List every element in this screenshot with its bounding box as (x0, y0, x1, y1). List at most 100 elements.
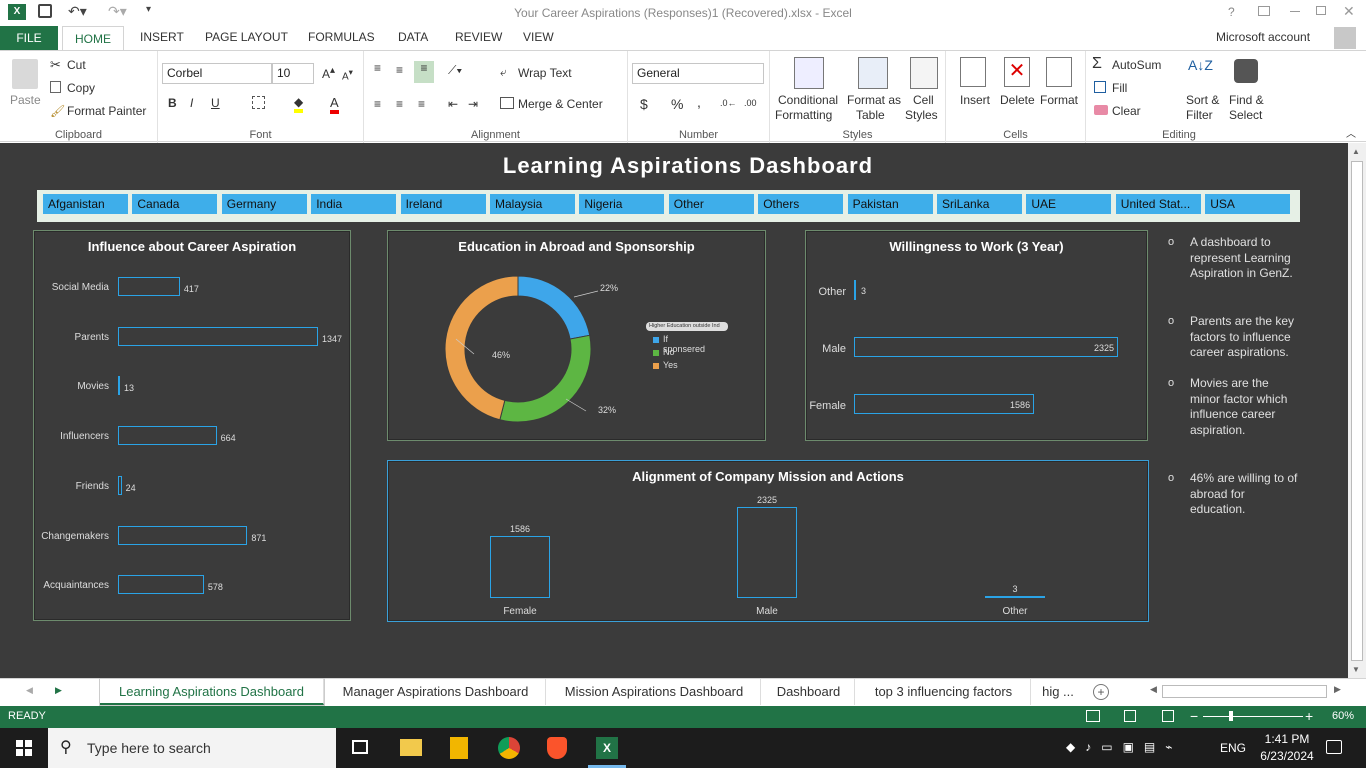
zoom-out-icon[interactable]: − (1190, 708, 1198, 724)
slicer-item[interactable]: USA (1205, 194, 1291, 214)
scroll-thumb[interactable] (1351, 161, 1363, 661)
slicer-item[interactable]: Afganistan (43, 194, 128, 214)
zoom-slider-thumb[interactable] (1229, 711, 1233, 721)
format-as-table-button[interactable]: Format as (847, 93, 901, 107)
font-size-select[interactable]: 10 (272, 63, 314, 84)
fill-button[interactable]: Fill (1112, 81, 1127, 95)
currency-button[interactable]: $ (640, 96, 648, 112)
slicer-item[interactable]: Germany (221, 194, 307, 214)
tab-review[interactable]: REVIEW (455, 30, 502, 44)
copy-button[interactable]: Copy (67, 81, 95, 95)
tab-view[interactable]: VIEW (523, 30, 554, 44)
slicer-item[interactable]: Other (668, 194, 754, 214)
system-tray-icons[interactable]: ◆♪▭▣▤⌁ (1066, 740, 1182, 754)
hscroll-left-icon[interactable]: ◀ (1150, 684, 1157, 695)
slicer-item[interactable]: United Stat... (1115, 194, 1201, 214)
top-align-icon[interactable]: ≡ (374, 61, 381, 75)
align-left-icon[interactable]: ≡ (374, 97, 381, 111)
sheet-tab[interactable]: Mission Aspirations Dashboard (548, 679, 761, 705)
tab-insert[interactable]: INSERT (140, 30, 184, 44)
file-explorer-icon[interactable] (400, 739, 422, 756)
autosum-button[interactable]: AutoSum (1112, 58, 1161, 72)
add-sheet-icon[interactable]: + (1093, 684, 1109, 700)
fill-color-icon[interactable]: ◆ (294, 95, 304, 113)
middle-align-icon[interactable]: ≡ (396, 63, 403, 77)
slicer-item[interactable]: UAE (1026, 194, 1112, 214)
orientation-icon[interactable]: ⟋▾ (448, 63, 462, 78)
sheet-tab-active[interactable]: Learning Aspirations Dashboard (100, 679, 324, 705)
next-sheet-icon[interactable]: ▶ (55, 685, 62, 696)
taskbar-search-placeholder[interactable]: Type here to search (87, 740, 211, 756)
cell-styles-button[interactable]: Cell (913, 93, 934, 107)
vertical-scrollbar[interactable]: ▲ ▼ (1348, 143, 1366, 678)
paste-button[interactable]: Paste (10, 93, 41, 107)
sort-filter-button[interactable]: Sort & (1186, 93, 1219, 107)
clock-date[interactable]: 6/23/2024 (1252, 749, 1322, 763)
zoom-in-icon[interactable]: + (1305, 708, 1313, 724)
tab-formulas[interactable]: FORMULAS (308, 30, 375, 44)
close-icon[interactable]: ✕ (1343, 3, 1355, 20)
slicer-item[interactable]: Others (758, 194, 844, 214)
tab-file[interactable]: FILE (0, 26, 58, 50)
cut-button[interactable]: Cut (67, 58, 86, 72)
sheet-tab[interactable]: top 3 influencing factors (857, 679, 1031, 705)
notification-icon[interactable] (1326, 740, 1342, 754)
language-indicator[interactable]: ENG (1220, 741, 1246, 755)
windows-start-icon[interactable] (16, 740, 32, 756)
shrink-font-icon[interactable]: A▾ (342, 67, 353, 82)
slicer-item[interactable]: Pakistan (847, 194, 933, 214)
donut-filter-button[interactable]: Higher Education outside Ind (646, 322, 728, 331)
power-bi-icon[interactable] (450, 737, 468, 759)
increase-indent-icon[interactable]: ⇥ (468, 97, 478, 111)
find-select-button[interactable]: Find & (1229, 93, 1264, 107)
excel-taskbar-icon[interactable]: X (596, 737, 618, 759)
zoom-slider[interactable] (1203, 716, 1303, 717)
collapse-ribbon-icon[interactable]: ︿ (1346, 125, 1356, 140)
clear-button[interactable]: Clear (1112, 104, 1141, 118)
conditional-formatting-button[interactable]: Conditional (778, 93, 838, 107)
comma-button[interactable]: , (697, 94, 701, 110)
delete-cells-button[interactable]: Delete (1000, 93, 1035, 107)
minimize-icon[interactable] (1290, 11, 1300, 12)
help-icon[interactable]: ? (1228, 5, 1235, 19)
grow-font-icon[interactable]: A▴ (322, 65, 335, 81)
scroll-up-icon[interactable]: ▲ (1352, 147, 1360, 156)
page-break-view-icon[interactable] (1162, 710, 1174, 722)
align-right-icon[interactable]: ≡ (418, 97, 425, 111)
bottom-align-icon[interactable]: ≡ (414, 61, 434, 83)
borders-icon[interactable] (252, 96, 265, 109)
task-view-icon[interactable] (352, 740, 368, 754)
brave-icon[interactable] (547, 737, 567, 759)
hscroll-right-icon[interactable]: ▶ (1334, 684, 1341, 695)
clock-time[interactable]: 1:41 PM (1262, 732, 1312, 746)
prev-sheet-icon[interactable]: ◀ (26, 685, 33, 696)
slicer-item[interactable]: India (311, 194, 397, 214)
format-cells-button[interactable]: Format (1040, 93, 1078, 107)
horizontal-scrollbar[interactable] (1162, 685, 1327, 698)
italic-button[interactable]: I (190, 96, 193, 110)
font-name-select[interactable]: Corbel (162, 63, 272, 84)
tab-page-layout[interactable]: PAGE LAYOUT (205, 30, 288, 44)
paste-icon[interactable] (12, 59, 38, 89)
number-format-select[interactable]: General (632, 63, 764, 84)
slicer-item[interactable]: Canada (132, 194, 218, 214)
percent-button[interactable]: % (671, 96, 683, 112)
decrease-indent-icon[interactable]: ⇤ (448, 97, 458, 111)
insert-cells-button[interactable]: Insert (960, 93, 990, 107)
decrease-decimal-icon[interactable]: .00 (744, 98, 757, 108)
slicer-item[interactable]: Ireland (400, 194, 486, 214)
slicer-item[interactable]: Nigeria (579, 194, 665, 214)
normal-view-icon[interactable] (1086, 710, 1100, 722)
zoom-level[interactable]: 60% (1332, 710, 1354, 722)
increase-decimal-icon[interactable]: .0← (720, 98, 737, 108)
account-avatar[interactable] (1334, 27, 1356, 49)
scroll-down-icon[interactable]: ▼ (1352, 665, 1360, 674)
tab-home[interactable]: HOME (62, 26, 124, 51)
merge-center-button[interactable]: Merge & Center (518, 97, 603, 111)
tab-data[interactable]: DATA (398, 30, 428, 44)
bold-button[interactable]: B (168, 96, 177, 110)
wrap-text-button[interactable]: Wrap Text (518, 66, 572, 80)
center-icon[interactable]: ≡ (396, 97, 403, 111)
underline-button[interactable]: U (211, 96, 220, 110)
sheet-tab[interactable]: Dashboard (763, 679, 855, 705)
